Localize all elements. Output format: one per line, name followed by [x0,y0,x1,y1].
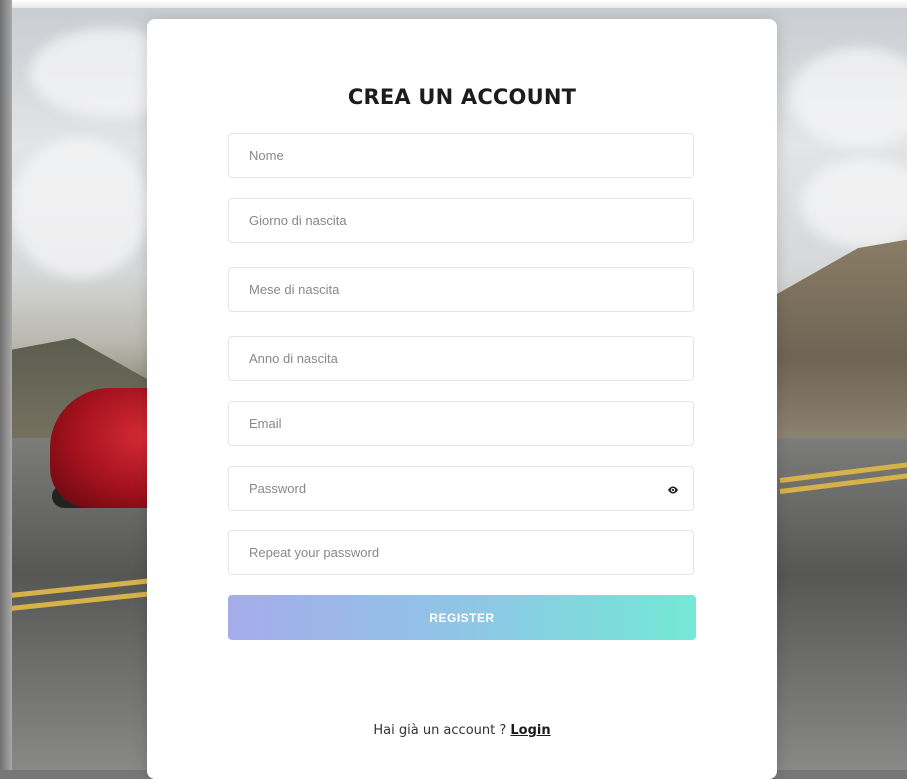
name-input[interactable] [229,134,693,177]
form-title: CREA UN ACCOUNT [347,85,577,109]
login-prompt: Hai già un account ? Login [147,723,777,738]
birth-year-input[interactable] [229,337,693,380]
register-button[interactable]: REGISTER [228,595,696,640]
birth-month-field-wrapper [228,267,694,312]
birth-day-input[interactable] [229,199,693,242]
login-link[interactable]: Login [510,723,550,738]
password-field-wrapper [228,466,694,511]
email-input[interactable] [229,402,693,445]
register-card: CREA UN ACCOUNT REGISTER Hai già un acco… [147,19,777,779]
birth-month-input[interactable] [229,268,693,311]
repeat-password-input[interactable] [229,531,693,574]
birth-year-field-wrapper [228,336,694,381]
name-field-wrapper [228,133,694,178]
birth-day-field-wrapper [228,198,694,243]
password-input[interactable] [229,467,693,510]
repeat-password-field-wrapper [228,530,694,575]
login-prompt-text: Hai già un account ? [373,723,511,738]
eye-icon[interactable] [667,484,679,496]
email-field-wrapper [228,401,694,446]
